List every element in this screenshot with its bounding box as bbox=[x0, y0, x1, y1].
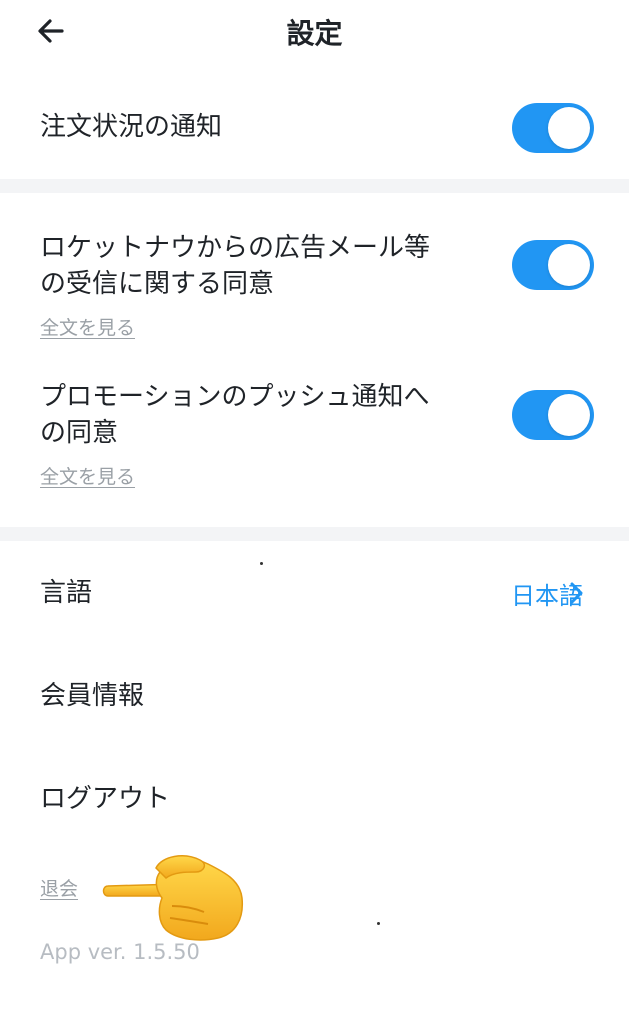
section-divider bbox=[0, 179, 629, 193]
ad-mail-label-line1: ロケットナウからの広告メール等 bbox=[40, 233, 431, 263]
ad-mail-label-line2: の受信に関する同意 bbox=[40, 269, 275, 299]
order-status-label: 注文状況の通知 bbox=[40, 112, 223, 142]
member-info-item[interactable]: 会員情報 bbox=[40, 677, 144, 715]
section-divider bbox=[0, 527, 629, 541]
language-chevron[interactable] bbox=[567, 580, 587, 606]
language-label[interactable]: 言語 bbox=[40, 574, 92, 612]
stray-dot bbox=[260, 562, 263, 565]
stray-dot bbox=[377, 922, 380, 925]
app-version: App ver. 1.5.50 bbox=[40, 940, 200, 964]
header: 設定 bbox=[0, 0, 629, 64]
promo-push-full-text-link[interactable]: 全文を見る bbox=[40, 462, 135, 489]
ad-mail-toggle[interactable] bbox=[512, 240, 594, 290]
order-status-toggle[interactable] bbox=[512, 103, 594, 153]
pointing-hand bbox=[100, 850, 250, 950]
pointing-hand-icon bbox=[102, 855, 244, 941]
promo-push-toggle[interactable] bbox=[512, 390, 594, 440]
promo-push-label-line1: プロモーションのプッシュ通知へ bbox=[40, 382, 430, 412]
toggle-knob bbox=[548, 244, 590, 286]
promo-push-label-line2: の同意 bbox=[40, 418, 119, 448]
logout-item[interactable]: ログアウト bbox=[40, 780, 170, 818]
settings-screen: 設定 注文状況の通知 ロケットナウからの広告メール等 の受信に関する同意 全文を… bbox=[0, 0, 629, 1024]
toggle-knob bbox=[548, 107, 590, 149]
chevron-right-icon bbox=[570, 582, 583, 604]
ad-mail-full-text-link[interactable]: 全文を見る bbox=[40, 313, 135, 340]
toggle-knob bbox=[548, 394, 590, 436]
page-title: 設定 bbox=[286, 17, 343, 50]
withdraw-link[interactable]: 退会 bbox=[40, 874, 78, 901]
